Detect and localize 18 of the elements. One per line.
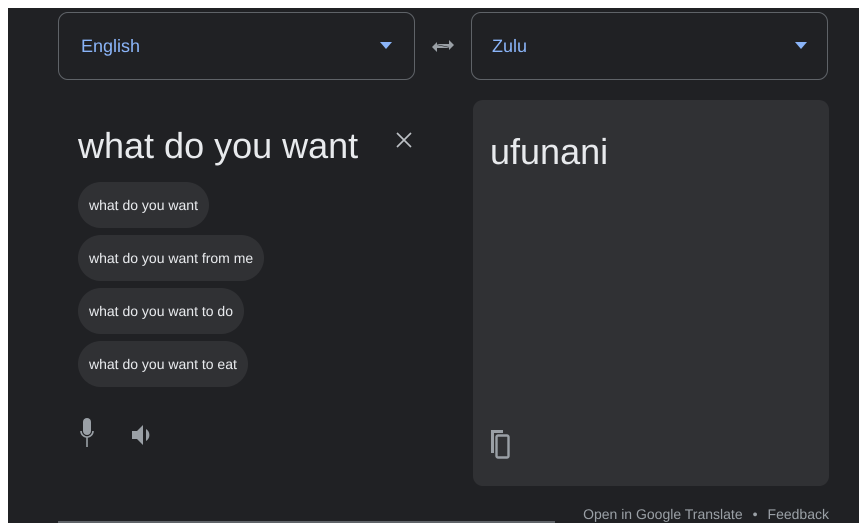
dropdown-arrow-icon xyxy=(795,42,807,50)
microphone-icon[interactable] xyxy=(80,418,94,448)
copy-icon[interactable] xyxy=(489,429,511,459)
input-field[interactable]: what do you want xyxy=(78,124,358,168)
suggestion-chip[interactable]: what do you want from me xyxy=(78,235,264,281)
close-icon[interactable] xyxy=(396,132,412,148)
source-language-dropdown[interactable]: English xyxy=(58,12,415,80)
translation-text: ufunani xyxy=(490,130,608,174)
suggestion-chip[interactable]: what do you want to do xyxy=(78,288,244,334)
suggestion-chip[interactable]: what do you want xyxy=(78,182,209,228)
separator-dot: • xyxy=(752,505,758,523)
language-label: Zulu xyxy=(492,34,528,58)
target-language-dropdown[interactable]: Zulu xyxy=(471,12,828,80)
footer-link[interactable]: Open in Google Translate xyxy=(583,504,743,523)
footer-link[interactable]: Feedback xyxy=(768,504,829,523)
dropdown-arrow-icon xyxy=(380,42,392,50)
suggestion-chip[interactable]: what do you want to eat xyxy=(78,341,248,387)
language-label: English xyxy=(81,34,140,58)
